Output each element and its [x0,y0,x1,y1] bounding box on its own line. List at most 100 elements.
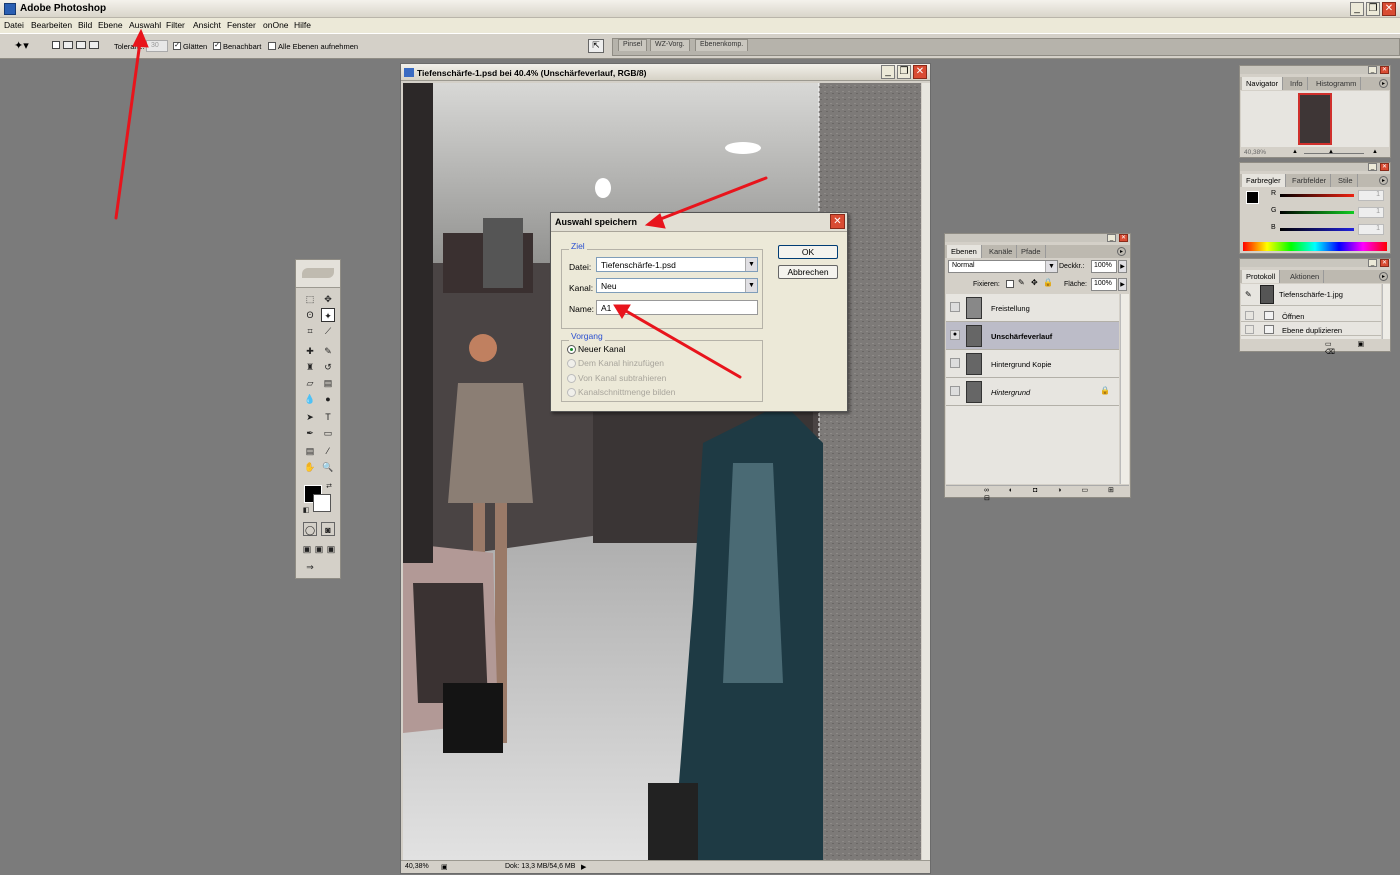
history-footer-icons[interactable]: ▭ ▣ ⌫ [1241,340,1391,356]
blur-tool-icon[interactable]: 💧 [303,392,317,406]
lock-move-icon[interactable]: ✥ [1031,278,1038,287]
doc-close-button[interactable]: ✕ [913,65,927,79]
history-source-toggle[interactable] [1245,325,1254,334]
contiguous-checkbox[interactable]: ✓ [213,42,221,50]
history-snapshot[interactable]: ✎ Tiefenschärfe-1.jpg [1241,284,1381,306]
color-fg-swatch[interactable] [1246,191,1259,204]
selection-intersect-icon[interactable] [89,41,99,49]
screen-mode-full-icon[interactable]: ▣ [324,542,338,556]
zoom-in-icon[interactable]: ▲ [1372,149,1378,155]
layer-row-unschaerfeverlauf[interactable]: ● Unschärfeverlauf [946,322,1119,350]
path-selection-tool-icon[interactable]: ➤ [303,410,317,424]
radio-subtract-channel[interactable] [567,374,576,383]
layers-footer-icons[interactable]: ∞ ◐ ◘ ◑ ▭ ⊞ ⊟ [946,485,1129,502]
close-button[interactable]: ✕ [1382,2,1396,16]
notes-tool-icon[interactable]: ▤ [303,444,317,458]
tab-aktionen[interactable]: Aktionen [1286,270,1325,283]
minimize-button[interactable]: _ [1350,2,1364,16]
layer-row-freistellung[interactable]: Freistellung [946,294,1119,322]
cancel-button[interactable]: Abbrechen [778,265,838,279]
menu-ebene[interactable]: Ebene [98,20,123,30]
image-canvas[interactable] [403,83,921,860]
slice-tool-icon[interactable]: ⟋ [321,324,335,338]
magic-wand-tool-icon[interactable]: ✦ [321,308,335,322]
well-tab-ebenenkomp[interactable]: Ebenenkomp. [695,39,749,51]
layers-palette-minimize[interactable]: _ [1107,234,1116,242]
tab-farbregler[interactable]: Farbregler [1242,174,1286,187]
jump-to-imageready-icon[interactable]: ⇒ [303,560,317,574]
toolbox-header[interactable] [296,260,340,288]
opacity-input[interactable]: 100% [1091,260,1117,273]
layer-visibility-toggle[interactable] [950,386,960,396]
standard-mode-icon[interactable]: ◯ [303,522,317,536]
tab-farbfelder[interactable]: Farbfelder [1288,174,1332,187]
document-vertical-scrollbar[interactable] [922,83,930,860]
layer-row-hintergrund-kopie[interactable]: Hintergrund Kopie [946,350,1119,378]
name-input[interactable]: A1 [596,300,758,315]
layers-scrollbar[interactable] [1120,294,1129,484]
selection-subtract-icon[interactable] [76,41,86,49]
menu-datei[interactable]: Datei [4,20,24,30]
channel-g-value[interactable]: 1 [1358,207,1384,218]
radio-intersect-channel[interactable] [567,388,576,397]
pen-tool-icon[interactable]: ✒ [303,426,317,440]
channel-r-slider[interactable] [1280,194,1354,197]
quick-mask-mode-icon[interactable]: ◙ [321,522,335,536]
doc-minimize-button[interactable]: _ [881,65,895,79]
channel-g-slider[interactable] [1280,211,1354,214]
channel-b-value[interactable]: 1 [1358,224,1384,235]
menu-hilfe[interactable]: Hilfe [294,20,311,30]
hand-tool-icon[interactable]: ✋ [303,460,317,474]
document-title-bar[interactable]: Tiefenschärfe-1.psd bei 40.4% (Unschärfe… [401,64,930,81]
clone-stamp-tool-icon[interactable]: ♜ [303,360,317,374]
tab-stile[interactable]: Stile [1334,174,1358,187]
status-arrow-icon[interactable]: ▶ [581,863,586,871]
history-source-toggle[interactable] [1245,311,1254,320]
history-brush-source-icon[interactable]: ✎ [1245,290,1252,299]
zoom-tool-icon[interactable]: 🔍 [321,460,335,474]
layers-palette-grip[interactable] [945,234,1130,242]
menu-bild[interactable]: Bild [78,20,92,30]
color-close[interactable]: ✕ [1380,163,1389,171]
radio-add-to-channel[interactable] [567,359,576,368]
ok-button[interactable]: OK [778,245,838,259]
smooth-checkbox[interactable]: ✓ [173,42,181,50]
magic-wand-preset-icon[interactable]: ✦▾ [14,39,29,52]
history-step-duplicate[interactable]: Ebene duplizieren [1241,324,1381,336]
well-tab-pinsel[interactable]: Pinsel [618,39,648,51]
color-minimize[interactable]: _ [1368,163,1377,171]
healing-brush-tool-icon[interactable]: ✚ [303,344,317,358]
layer-row-hintergrund[interactable]: Hintergrund 🔒 [946,378,1119,406]
layer-visibility-toggle[interactable] [950,358,960,368]
dodge-tool-icon[interactable]: ● [321,392,335,406]
dialog-title-bar[interactable]: Auswahl speichern ✕ [551,213,847,232]
menu-fenster[interactable]: Fenster [227,20,256,30]
history-menu-icon[interactable]: ▸ [1379,272,1388,281]
menu-onone[interactable]: onOne [263,20,289,30]
zoom-slider[interactable] [1304,153,1364,154]
tab-ebenen[interactable]: Ebenen [947,245,982,258]
navigator-close[interactable]: ✕ [1380,66,1389,74]
lock-all-icon[interactable]: 🔒 [1043,278,1053,287]
eraser-tool-icon[interactable]: ▱ [303,376,317,390]
history-brush-tool-icon[interactable]: ↺ [321,360,335,374]
type-tool-icon[interactable]: T [321,410,335,424]
zoom-level[interactable]: 40,38% [405,863,429,870]
default-colors-icon[interactable]: ◧ [299,504,313,518]
menu-bearbeiten[interactable]: Bearbeiten [31,20,72,30]
radio-new-channel[interactable] [567,345,576,354]
layers-palette-close[interactable]: ✕ [1119,234,1128,242]
file-browser-icon[interactable]: ⇱ [588,39,604,53]
all-layers-checkbox[interactable] [268,42,276,50]
lock-paint-icon[interactable]: ✎ [1018,278,1025,287]
eyedropper-tool-icon[interactable]: ⁄ [321,444,335,458]
marquee-tool-icon[interactable]: ⬚ [303,292,317,306]
fill-slider-arrow-icon[interactable]: ▶ [1118,278,1127,291]
tolerance-input[interactable]: 30 [146,40,168,52]
dialog-close-button[interactable]: ✕ [830,214,845,229]
gradient-tool-icon[interactable]: ▤ [321,376,335,390]
brush-tool-icon[interactable]: ✎ [321,344,335,358]
navigator-zoom[interactable]: 40,38% [1244,149,1266,156]
menu-auswahl[interactable]: Auswahl [129,20,161,30]
tab-pfade[interactable]: Pfade [1017,245,1046,258]
